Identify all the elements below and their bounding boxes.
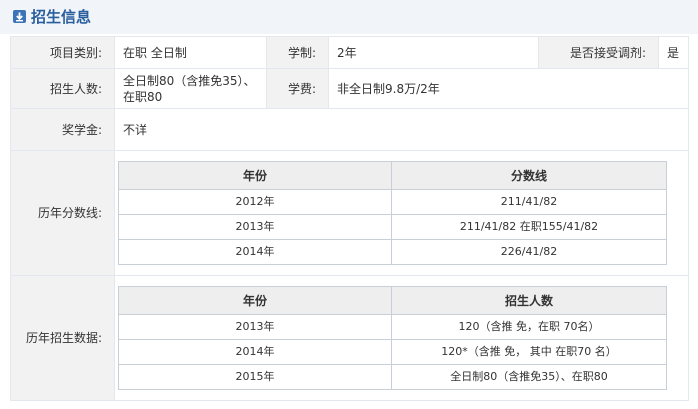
info-row-enroll-history: 历年招生数据: 年份 招生人数 2013年 120（含推 免，在职 70名） 2… (10, 275, 689, 401)
table-row: 2014年 120*（含推 免， 其中 在职70 名） (118, 339, 667, 365)
score-table-header: 年份 分数线 (118, 161, 667, 190)
enrollment-value: 全日制80（含推免35）、在职80 (114, 68, 267, 109)
category-value: 在职 全日制 (114, 36, 267, 69)
enroll-count: 120*（含推 免， 其中 在职70 名） (391, 339, 667, 365)
score-year: 2014年 (118, 239, 392, 265)
duration-value: 2年 (328, 36, 539, 69)
table-row: 2013年 211/41/82 在职155/41/82 (118, 214, 667, 240)
enroll-year: 2013年 (118, 314, 392, 340)
table-row: 2013年 120（含推 免，在职 70名） (118, 314, 667, 340)
admission-info-table: 项目类别: 在职 全日制 学制: 2年 是否接受调剂: 是 招生人数: 全日制8… (10, 36, 689, 401)
tuition-label: 学费: (266, 68, 329, 109)
section-title: 招生信息 (31, 8, 92, 26)
score-year: 2012年 (118, 189, 392, 215)
info-row-scholarship: 奖学金: 不详 (10, 108, 689, 151)
enroll-count: 120（含推 免，在职 70名） (391, 314, 667, 340)
score-line: 226/41/82 (391, 239, 667, 265)
enroll-header-year: 年份 (118, 286, 392, 315)
score-line: 211/41/82 (391, 189, 667, 215)
table-row: 2015年 全日制80（含推免35）、在职80 (118, 364, 667, 390)
duration-label: 学制: (266, 36, 329, 69)
adjustment-label: 是否接受调剂: (538, 36, 659, 69)
enroll-count: 全日制80（含推免35）、在职80 (391, 364, 667, 390)
score-year: 2013年 (118, 214, 392, 240)
info-row-category: 项目类别: 在职 全日制 学制: 2年 是否接受调剂: 是 (10, 36, 689, 69)
tuition-value: 非全日制9.8万/2年 (328, 68, 689, 109)
table-row: 2014年 226/41/82 (118, 239, 667, 265)
enroll-header-count: 招生人数 (391, 286, 667, 315)
score-history-label: 历年分数线: (10, 150, 115, 276)
info-row-enrollment: 招生人数: 全日制80（含推免35）、在职80 学费: 非全日制9.8万/2年 (10, 68, 689, 109)
info-row-score-history: 历年分数线: 年份 分数线 2012年 211/41/82 2013年 211/… (10, 150, 689, 276)
score-line: 211/41/82 在职155/41/82 (391, 214, 667, 240)
enroll-history-table: 年份 招生人数 2013年 120（含推 免，在职 70名） 2014年 120… (118, 286, 667, 390)
scholarship-value: 不详 (114, 108, 689, 151)
enroll-history-label: 历年招生数据: (10, 275, 115, 401)
scholarship-label: 奖学金: (10, 108, 115, 151)
enrollment-label: 招生人数: (10, 68, 115, 109)
score-header-line: 分数线 (391, 161, 667, 190)
score-header-year: 年份 (118, 161, 392, 190)
category-label: 项目类别: (10, 36, 115, 69)
section-header: 招生信息 (0, 0, 698, 34)
enroll-year: 2014年 (118, 339, 392, 365)
download-arrow-icon (13, 10, 26, 23)
table-row: 2012年 211/41/82 (118, 189, 667, 215)
enroll-table-header: 年份 招生人数 (118, 286, 667, 315)
adjustment-value: 是 (658, 36, 689, 69)
enroll-year: 2015年 (118, 364, 392, 390)
score-history-table: 年份 分数线 2012年 211/41/82 2013年 211/41/82 在… (118, 161, 667, 265)
